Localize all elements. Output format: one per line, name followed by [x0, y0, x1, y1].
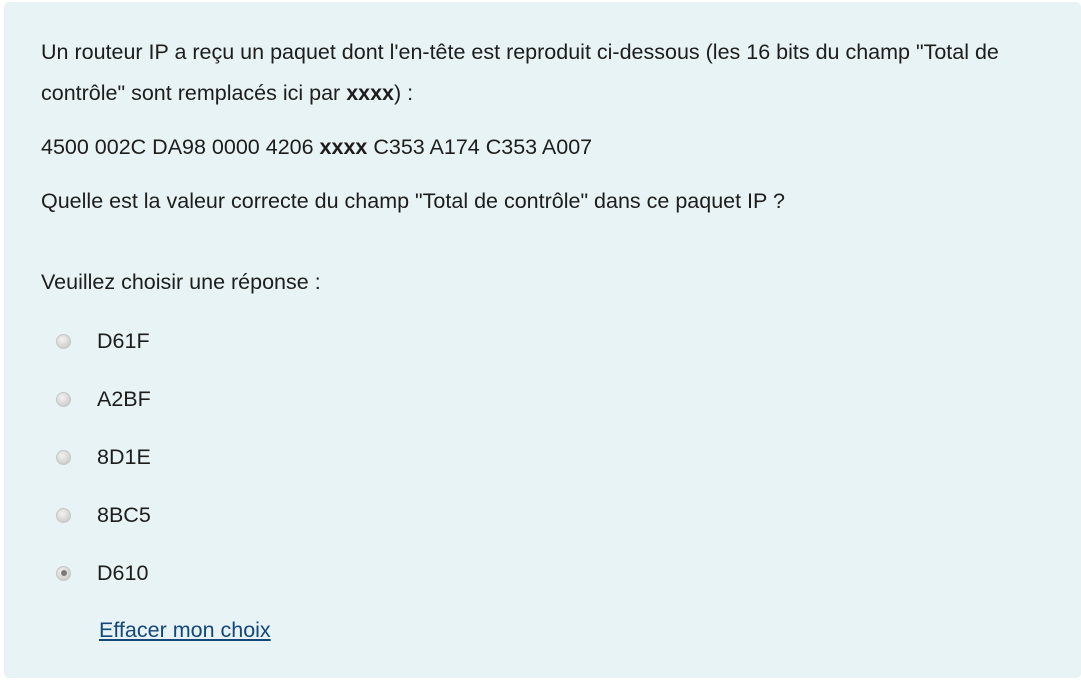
answer-option-3[interactable]: 8BC5 [56, 486, 151, 544]
question-intro-text: Un routeur IP a reçu un paquet dont l'en… [41, 40, 999, 105]
answer-label: D61F [97, 328, 150, 353]
answer-option-2[interactable]: 8D1E [56, 428, 151, 486]
radio-button[interactable] [56, 391, 71, 407]
radio-button[interactable] [56, 449, 71, 465]
answer-list: D61F A2BF 8D1E 8BC5 D610 [56, 312, 151, 602]
answer-label: D610 [97, 560, 149, 585]
question-intro-bold: xxxx [346, 81, 395, 105]
answer-prompt: Veuillez choisir une réponse : [41, 270, 321, 294]
question-intro-end: ) : [394, 81, 414, 105]
ip-header-hex: 4500 002C DA98 0000 4206 xxxx C353 A174 … [41, 127, 1066, 168]
ip-header-hex-checksum: xxxx [319, 135, 368, 159]
answer-option-4[interactable]: D610 [56, 544, 151, 602]
radio-button[interactable] [56, 507, 71, 523]
answer-label: 8BC5 [97, 502, 151, 527]
question-panel: Un routeur IP a reçu un paquet dont l'en… [4, 2, 1081, 678]
question-prompt: Quelle est la valeur correcte du champ "… [41, 189, 785, 213]
ip-header-hex-start: 4500 002C DA98 0000 4206 [41, 135, 320, 159]
radio-button[interactable] [56, 565, 71, 581]
clear-choice-link[interactable]: Effacer mon choix [99, 618, 271, 643]
answer-label: 8D1E [97, 444, 151, 469]
question-intro: Un routeur IP a reçu un paquet dont l'en… [41, 32, 1066, 114]
answer-option-1[interactable]: A2BF [56, 370, 151, 428]
answer-label: A2BF [97, 386, 151, 411]
radio-button[interactable] [56, 333, 71, 349]
question-text: Un routeur IP a reçu un paquet dont l'en… [41, 32, 1066, 235]
answer-option-0[interactable]: D61F [56, 312, 151, 370]
ip-header-hex-end: C353 A174 C353 A007 [367, 135, 593, 159]
